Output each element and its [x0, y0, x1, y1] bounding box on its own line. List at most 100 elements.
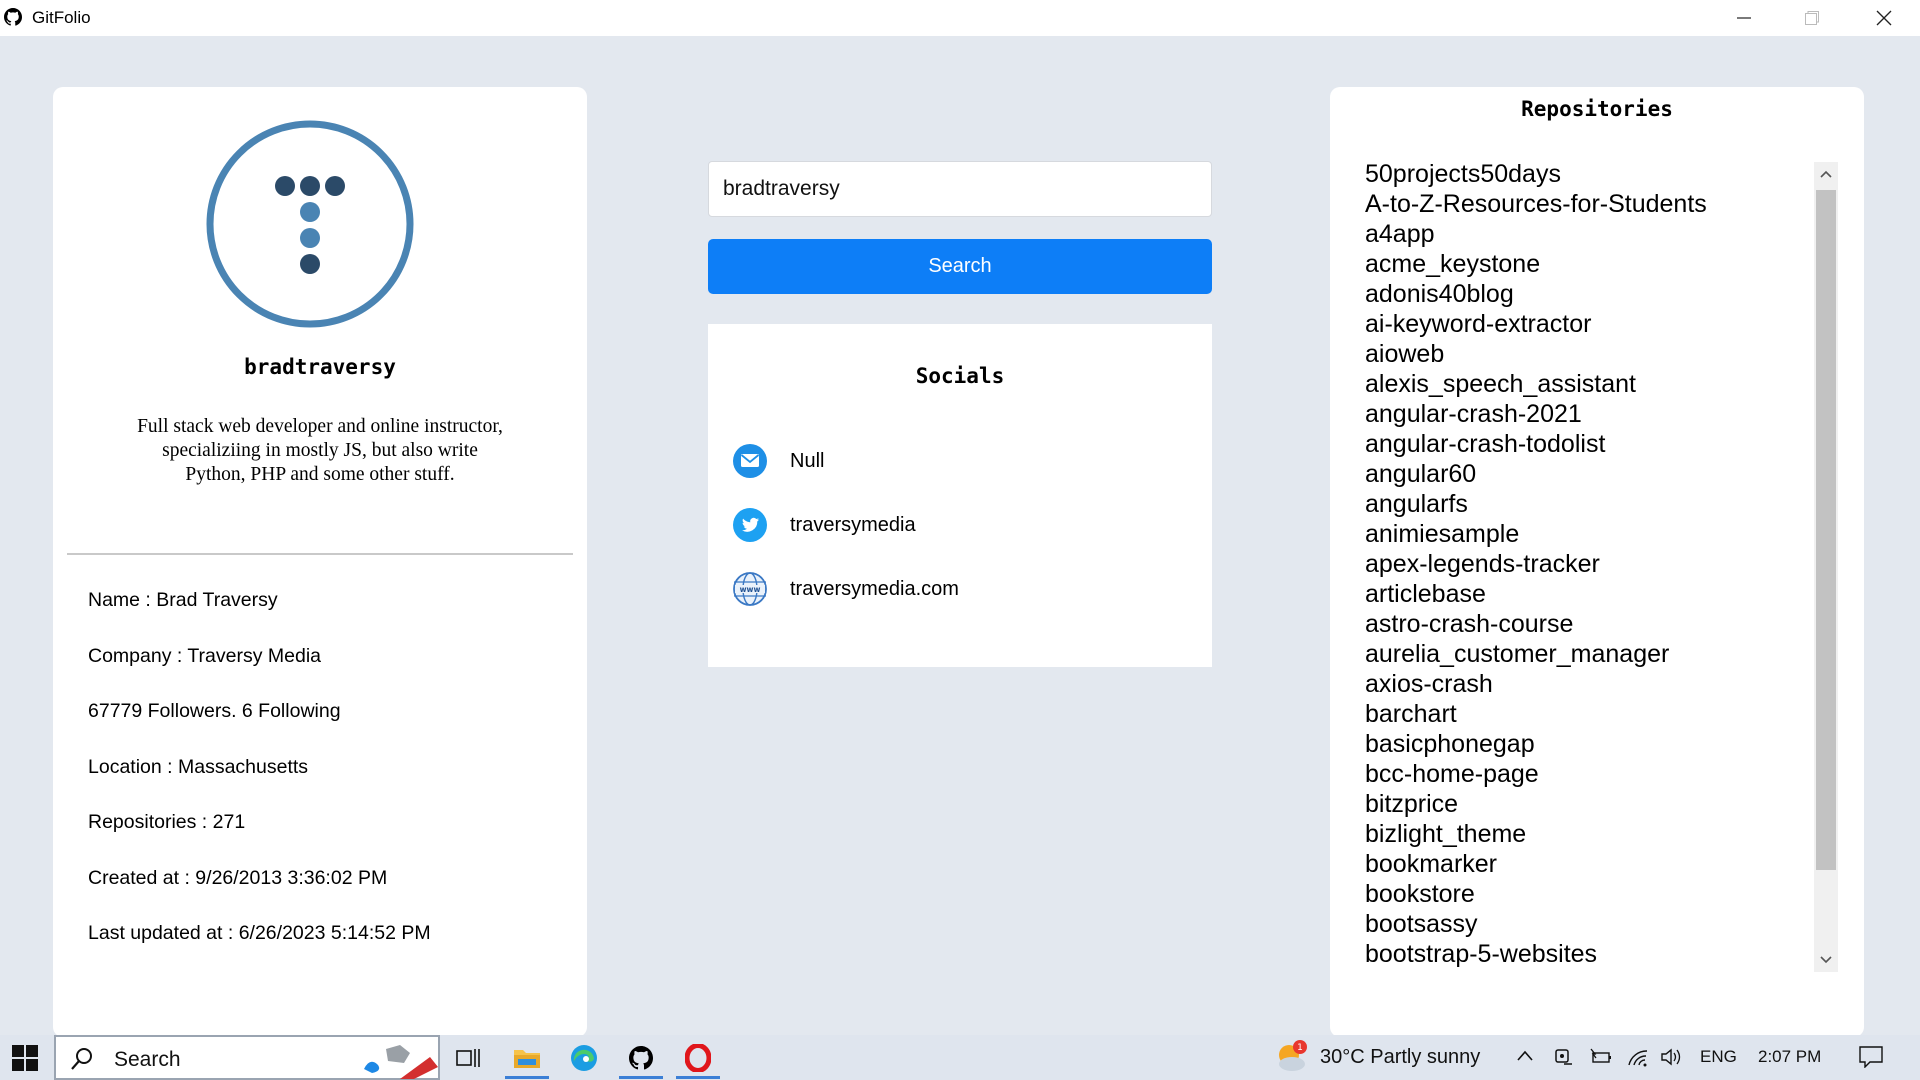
profile-username: bradtraversy — [244, 355, 396, 379]
repository-item[interactable]: articlebase — [1365, 579, 1805, 609]
repository-item[interactable]: bcc-home-page — [1365, 759, 1805, 789]
weather-partly-sunny-icon[interactable]: 1 — [1274, 1039, 1308, 1073]
wifi-icon[interactable] — [1627, 1047, 1649, 1067]
windows-start-icon[interactable] — [12, 1045, 38, 1071]
profile-bio: Full stack web developer and online inst… — [137, 416, 503, 485]
search-button[interactable]: Search — [708, 239, 1212, 294]
github-desktop-button[interactable] — [624, 1041, 658, 1075]
repository-item[interactable]: 50projects50days — [1365, 159, 1805, 189]
close-icon — [1876, 10, 1892, 26]
repository-item[interactable]: bootsassy — [1365, 909, 1805, 939]
github-icon — [629, 1046, 653, 1070]
repository-item[interactable]: astro-crash-course — [1365, 609, 1805, 639]
search-icon — [71, 1048, 92, 1070]
repository-item[interactable]: a4app — [1365, 219, 1805, 249]
chevron-down-icon — [1820, 956, 1832, 964]
repository-item[interactable]: acme_keystone — [1365, 249, 1805, 279]
profile-panel: bradtraversy Full stack web developer an… — [53, 87, 587, 1037]
repository-item[interactable]: bootstrap-5-websites — [1365, 939, 1805, 969]
edge-browser-icon — [571, 1045, 597, 1071]
social-website-text: traversymedia.com — [790, 577, 959, 600]
divider — [67, 553, 573, 555]
repository-item[interactable]: apex-legends-tracker — [1365, 549, 1805, 579]
socials-panel: Socials Null traversymedia www traversym… — [708, 324, 1212, 667]
repository-item[interactable]: barchart — [1365, 699, 1805, 729]
repository-item[interactable]: angular-crash-2021 — [1365, 399, 1805, 429]
task-view-icon — [456, 1049, 480, 1067]
info-repositories: Repositories : 271 — [88, 811, 246, 833]
taskbar-search-box[interactable]: Search — [54, 1035, 440, 1080]
email-icon — [733, 444, 767, 478]
social-twitter[interactable]: traversymedia — [732, 507, 916, 543]
task-view-button[interactable] — [452, 1041, 486, 1075]
repository-item[interactable]: bitzprice — [1365, 789, 1805, 819]
repository-item[interactable]: angular60 — [1365, 459, 1805, 489]
taskbar: Search 1 30°C Partly sunny ENG 2:07 PM — [0, 1035, 1920, 1080]
battery-charging-icon[interactable] — [1590, 1048, 1612, 1066]
edge-button[interactable] — [567, 1041, 601, 1075]
repository-item[interactable]: bookmarker — [1365, 849, 1805, 879]
opera-browser-icon — [685, 1044, 711, 1072]
repositories-panel: Repositories 50projects50days A-to-Z-Reso… — [1330, 87, 1864, 1037]
social-twitter-text: traversymedia — [790, 513, 916, 536]
folder-icon — [514, 1050, 540, 1068]
repository-item[interactable]: animiesample — [1365, 519, 1805, 549]
chevron-up-icon — [1820, 170, 1832, 178]
social-email-text: Null — [790, 449, 825, 472]
repository-item[interactable]: adonis40blog — [1365, 279, 1805, 309]
info-company: Company : Traversy Media — [88, 645, 322, 667]
repository-scrollbar[interactable] — [1814, 162, 1838, 972]
title-bar: GitFolio — [0, 0, 1920, 36]
repositories-title: Repositories — [1521, 97, 1673, 121]
notifications-icon[interactable] — [1859, 1046, 1883, 1068]
language-indicator[interactable]: ENG — [1700, 1047, 1737, 1067]
clock[interactable]: 2:07 PM — [1758, 1047, 1821, 1067]
close-button[interactable] — [1850, 0, 1918, 36]
opera-active-indicator — [676, 1076, 720, 1079]
info-updated: Last updated at : 6/26/2023 5:14:52 PM — [88, 922, 431, 944]
globe-www-icon: www — [733, 572, 767, 606]
repository-item[interactable]: angular-crash-todolist — [1365, 429, 1805, 459]
github-icon — [4, 8, 22, 26]
username-search-input[interactable] — [708, 161, 1212, 217]
opera-button[interactable] — [681, 1041, 715, 1075]
info-location: Location : Massachusetts — [88, 756, 309, 778]
info-name: Name : Brad Traversy — [88, 589, 278, 611]
chevron-up-icon[interactable] — [1516, 1049, 1534, 1063]
file-explorer-active-indicator — [505, 1076, 549, 1079]
social-email: Null — [732, 443, 824, 479]
repository-item[interactable]: axios-crash — [1365, 669, 1805, 699]
scroll-down-button[interactable] — [1814, 948, 1838, 972]
search-highlight-icon — [364, 1045, 438, 1079]
volume-icon[interactable] — [1660, 1047, 1684, 1067]
repository-item[interactable]: ai-keyword-extractor — [1365, 309, 1805, 339]
repository-item[interactable]: A-to-Z-Resources-for-Students — [1365, 189, 1805, 219]
svg-text:www: www — [740, 585, 761, 594]
info-created: Created at : 9/26/2013 3:36:02 PM — [88, 867, 388, 889]
minimize-icon — [1737, 17, 1751, 19]
repository-item[interactable]: angularfs — [1365, 489, 1805, 519]
weather-badge: 1 — [1297, 1043, 1303, 1053]
repository-item[interactable]: basicphonegap — [1365, 729, 1805, 759]
file-explorer-button[interactable] — [510, 1041, 544, 1075]
avatar — [206, 120, 414, 328]
taskbar-search-label: Search — [114, 1048, 181, 1071]
github-active-indicator — [619, 1076, 663, 1079]
social-website[interactable]: www traversymedia.com — [732, 571, 959, 607]
info-followers: 67779 Followers. 6 Following — [88, 700, 341, 722]
repository-list[interactable]: 50projects50days A-to-Z-Resources-for-Stu… — [1365, 159, 1805, 969]
minimize-button[interactable] — [1710, 0, 1778, 36]
repository-item[interactable]: aurelia_customer_manager — [1365, 639, 1805, 669]
repository-item[interactable]: bizlight_theme — [1365, 819, 1805, 849]
repository-item[interactable]: alexis_speech_assistant — [1365, 369, 1805, 399]
repository-item[interactable]: bookstore — [1365, 879, 1805, 909]
repository-item[interactable]: aioweb — [1365, 339, 1805, 369]
restore-icon — [1805, 11, 1819, 25]
maximize-button[interactable] — [1778, 0, 1846, 36]
socials-title: Socials — [915, 364, 1005, 388]
meet-now-icon[interactable] — [1554, 1047, 1574, 1067]
scroll-thumb[interactable] — [1816, 190, 1836, 870]
window-title: GitFolio — [32, 8, 91, 27]
weather-text[interactable]: 30°C Partly sunny — [1320, 1046, 1480, 1069]
scroll-up-button[interactable] — [1814, 162, 1838, 186]
